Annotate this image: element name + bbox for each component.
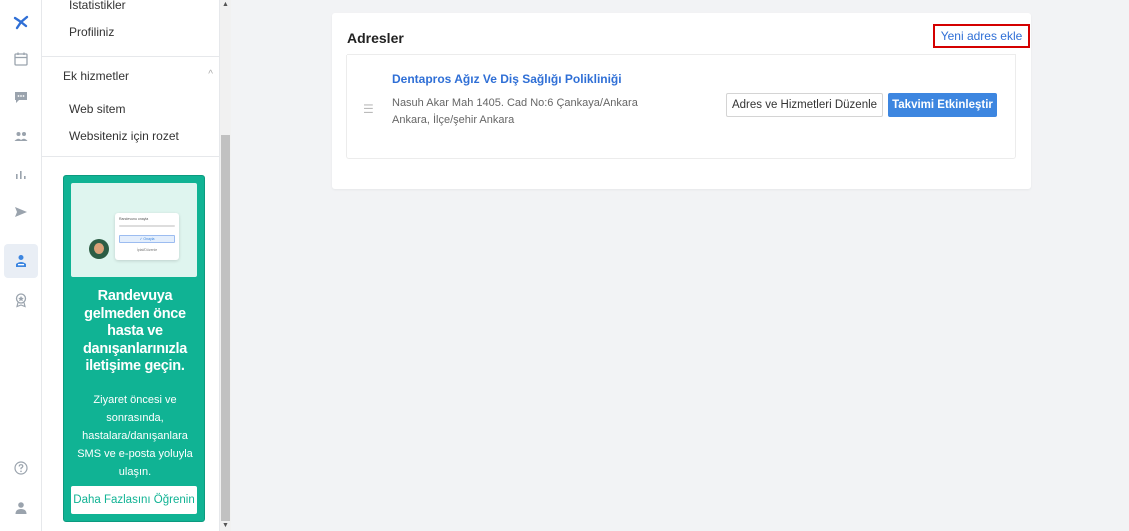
avatar [89, 239, 109, 259]
award-icon[interactable] [4, 283, 38, 317]
promo-illustration: Randevunu onayla ✓ Onayla İptal/Düzenle [71, 183, 197, 277]
add-address-link[interactable]: Yeni adres ekle [933, 24, 1030, 48]
send-icon[interactable] [4, 195, 38, 229]
doctor-icon[interactable] [4, 244, 38, 278]
scroll-up-icon[interactable]: ▲ [220, 0, 231, 10]
sidebar-item-rozet[interactable]: Websiteniz için rozet [69, 129, 179, 143]
sidebar-item-web-sitem[interactable]: Web sitem [69, 102, 125, 116]
section-ek-hizmetler[interactable]: Ek hizmetler ^ [63, 69, 213, 83]
sidebar-scrollbar[interactable]: ▲ ▼ [220, 0, 231, 531]
chevron-up-icon: ^ [208, 69, 213, 80]
addresses-card: Adresler Yeni adres ekle ☰ Dentapros Ağı… [332, 13, 1031, 189]
address-item: ☰ Dentapros Ağız Ve Diş Sağlığı Poliklin… [346, 55, 1016, 159]
sidebar-item-profiliniz[interactable]: Profiliniz [69, 25, 114, 39]
activate-calendar-button[interactable]: Takvimi Etkinleştir [888, 93, 997, 117]
user-icon[interactable] [4, 491, 38, 525]
address-line-1: Nasuh Akar Mah 1405. Cad No:6 Çankaya/An… [392, 97, 638, 109]
sidebar-item-istatistikler[interactable]: İstatistikler [69, 0, 126, 12]
mini-confirm-label: ✓ Onayla [139, 237, 155, 241]
calendar-icon[interactable] [4, 42, 38, 76]
help-icon[interactable] [4, 451, 38, 485]
stats-icon[interactable] [4, 157, 38, 191]
mini-card-title: Randevunu onayla [119, 217, 149, 221]
scroll-down-icon[interactable]: ▼ [220, 521, 231, 531]
page-title: Adresler [347, 30, 404, 46]
divider [42, 56, 219, 57]
promo-title: Randevuya gelmeden önce hasta ve danışan… [83, 288, 187, 374]
mini-appointment-card: Randevunu onayla ✓ Onayla İptal/Düzenle [115, 213, 179, 260]
icon-rail [0, 0, 42, 531]
mini-confirm-button: ✓ Onayla [119, 235, 175, 243]
learn-more-button[interactable]: Daha Fazlasını Öğrenin [71, 486, 197, 514]
chat-icon[interactable] [4, 80, 38, 114]
mini-line [119, 225, 175, 227]
patients-icon[interactable] [4, 119, 38, 153]
section-title: Ek hizmetler [63, 69, 130, 83]
clinic-name[interactable]: Dentapros Ağız Ve Diş Sağlığı Polikliniğ… [392, 72, 622, 86]
mini-card-link: İptal/Düzenle [136, 248, 158, 252]
drag-handle-icon[interactable]: ☰ [363, 102, 374, 116]
secondary-sidebar: İstatistikler Profiliniz Ek hizmetler ^ … [42, 0, 220, 531]
promo-card: Randevunu onayla ✓ Onayla İptal/Düzenle … [63, 175, 205, 522]
promo-body: Ziyaret öncesi ve sonrasında, hastalara/… [77, 394, 193, 478]
avatar-face [94, 243, 104, 254]
address-line-2: Ankara, İlçe/şehir Ankara [392, 114, 515, 126]
scroll-thumb[interactable] [221, 135, 230, 521]
logo-icon[interactable] [4, 5, 38, 39]
divider [42, 156, 219, 157]
edit-address-button[interactable]: Adres ve Hizmetleri Düzenle [726, 93, 883, 117]
